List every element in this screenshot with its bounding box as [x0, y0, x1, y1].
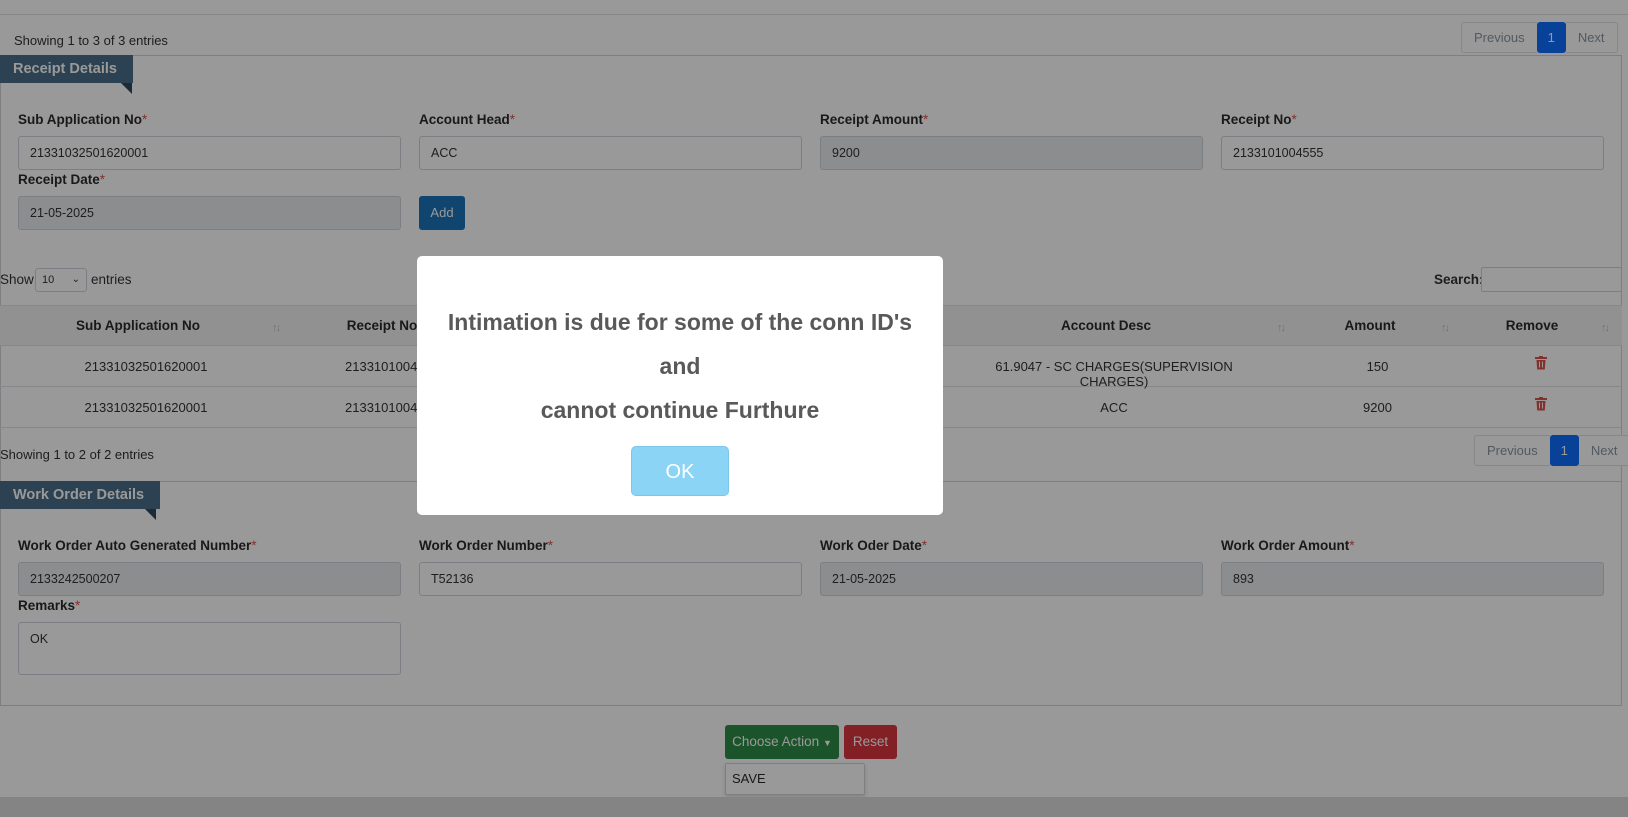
- alert-message: Intimation is due for some of the conn I…: [437, 300, 923, 432]
- alert-dialog: Intimation is due for some of the conn I…: [417, 256, 943, 515]
- alert-message-line-1: Intimation is due for some of the conn I…: [447, 309, 913, 379]
- ok-button[interactable]: OK: [631, 446, 729, 496]
- alert-message-line-2: cannot continue Furthure: [540, 397, 820, 423]
